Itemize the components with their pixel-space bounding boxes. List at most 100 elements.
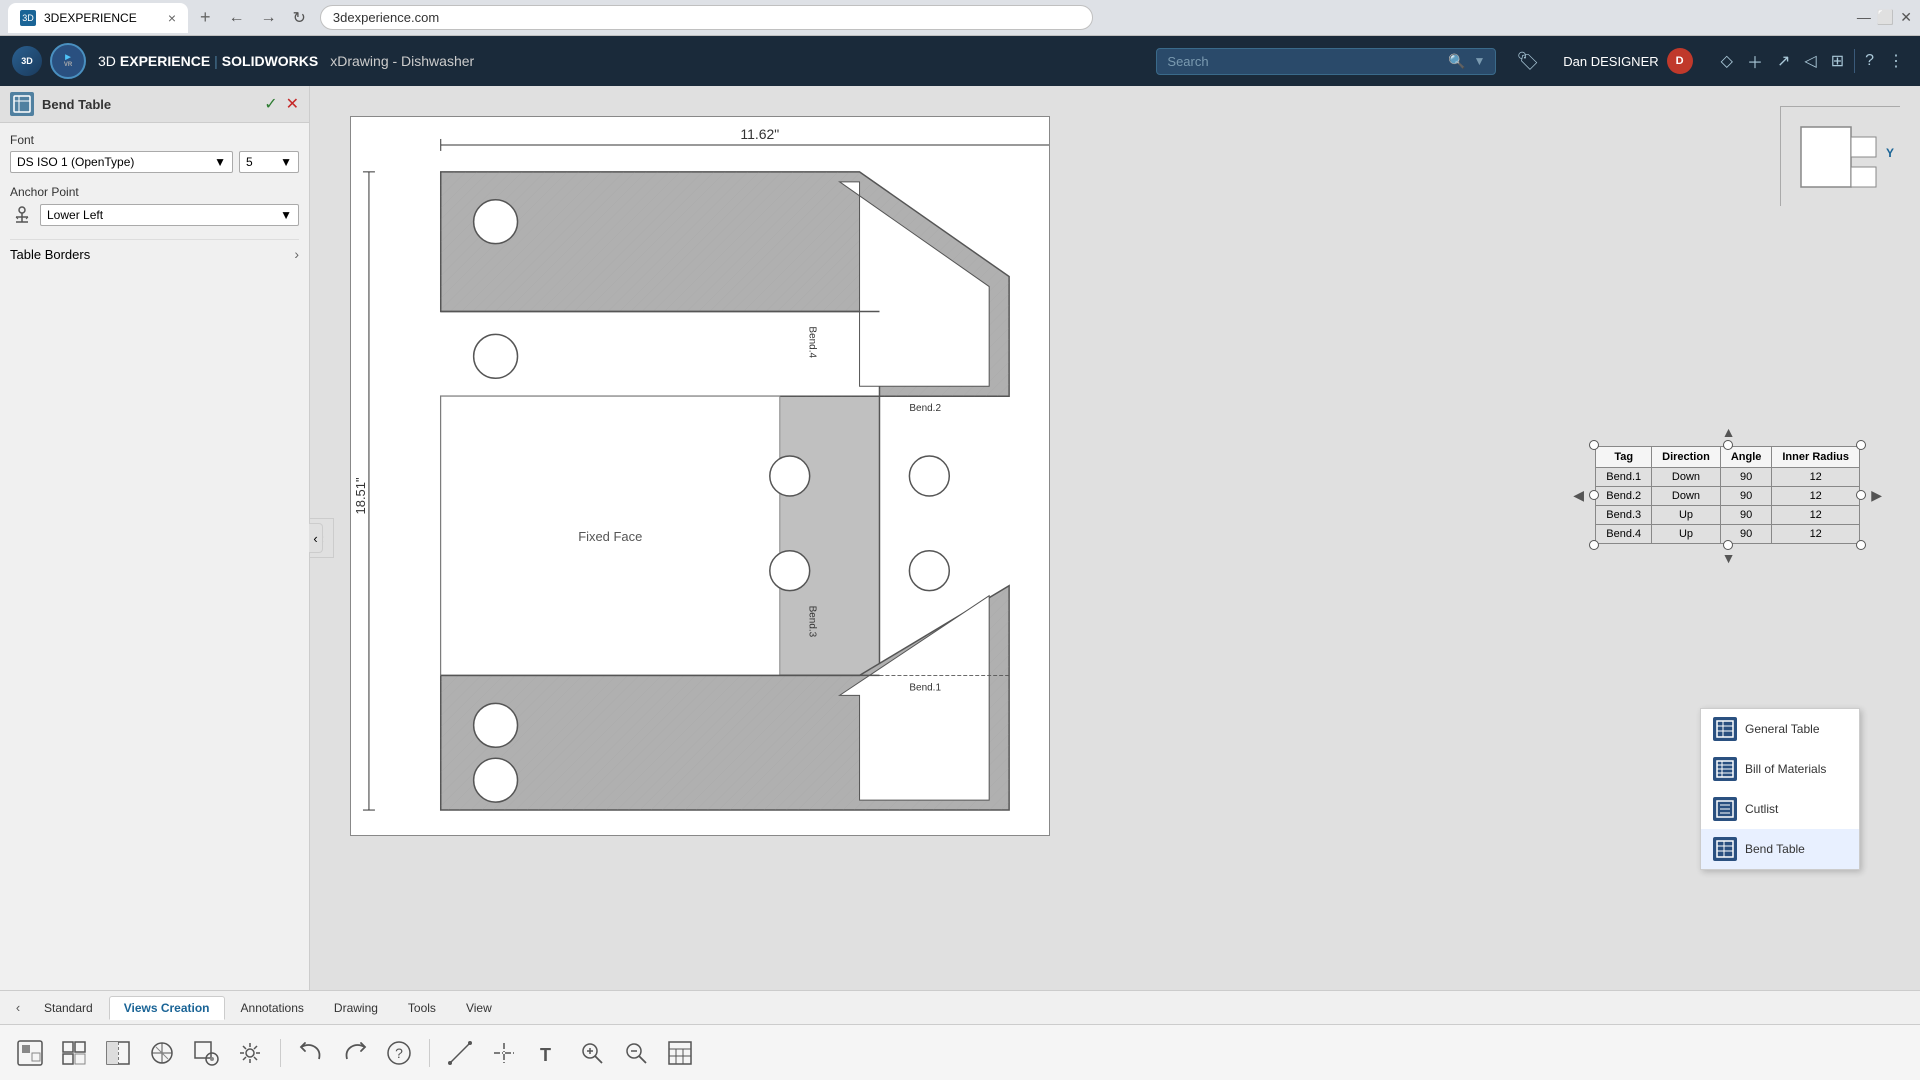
tab-views-creation[interactable]: Views Creation xyxy=(109,996,225,1020)
svg-text:Y: Y xyxy=(1886,146,1894,160)
table-drag-right[interactable]: ▶ xyxy=(1871,487,1882,504)
address-bar[interactable] xyxy=(320,5,1093,30)
panel-close-button[interactable]: ✕ xyxy=(286,94,299,114)
svg-text:Bend.1: Bend.1 xyxy=(909,682,941,693)
app-title: 3D EXPERIENCE | SOLIDWORKS xDrawing - Di… xyxy=(98,53,474,69)
app-separator: | xyxy=(214,53,218,69)
svg-text:T: T xyxy=(540,1045,551,1065)
table-drag-down[interactable]: ▼ xyxy=(1722,550,1736,566)
tool-centerline[interactable] xyxy=(486,1035,522,1071)
new-tab-button[interactable]: + xyxy=(196,7,215,28)
resize-handle-mr[interactable] xyxy=(1856,490,1866,500)
compass-icon[interactable]: ◇ xyxy=(1717,47,1737,75)
resize-handle-bl[interactable] xyxy=(1589,540,1599,550)
resize-handle-tr[interactable] xyxy=(1856,440,1866,450)
resize-handle-bm[interactable] xyxy=(1723,540,1733,550)
browser-chrome: 3D 3DEXPERIENCE × + ← → ↻ — ⬜ ✕ xyxy=(0,0,1920,36)
table-drag-up[interactable]: ▲ xyxy=(1722,424,1736,440)
add-icon[interactable]: ＋ xyxy=(1743,45,1767,77)
browser-restore[interactable]: ⬜ xyxy=(1877,9,1894,26)
panel-ok-button[interactable]: ✓ xyxy=(264,94,277,114)
panel-title: Bend Table xyxy=(42,97,256,112)
context-menu: General Table Bill of Materials xyxy=(1700,708,1860,870)
tool-redo[interactable] xyxy=(337,1035,373,1071)
tool-text[interactable]: T xyxy=(530,1035,566,1071)
font-label: Font xyxy=(10,133,299,147)
font-family-chevron: ▼ xyxy=(214,155,226,169)
search-icon: 🔍 xyxy=(1448,53,1465,70)
grid-icon[interactable]: ⊞ xyxy=(1827,47,1848,75)
cell-tag-3: Bend.3 xyxy=(1596,506,1652,525)
tab-drawing[interactable]: Drawing xyxy=(320,997,392,1019)
tag-icon[interactable]: 🏷 xyxy=(1516,51,1539,72)
tab-close-button[interactable]: × xyxy=(168,10,176,26)
anchor-label: Anchor Point xyxy=(10,185,299,199)
col-header-inner-radius: Inner Radius xyxy=(1772,447,1860,468)
cell-angle-1: 90 xyxy=(1720,468,1772,487)
table-borders-row[interactable]: Table Borders › xyxy=(10,239,299,268)
toolbar-separator-1 xyxy=(280,1039,281,1067)
menu-item-general-table[interactable]: General Table xyxy=(1701,709,1859,749)
cell-direction-4: Up xyxy=(1652,525,1721,544)
broadcast-icon[interactable]: ◁ xyxy=(1800,47,1820,75)
help-icon[interactable]: ? xyxy=(1861,48,1878,74)
bom-icon xyxy=(1713,757,1737,781)
svg-text:11.62": 11.62" xyxy=(740,126,779,142)
font-family-select[interactable]: DS ISO 1 (OpenType) ▼ xyxy=(10,151,233,173)
header-divider xyxy=(1854,49,1855,73)
bend-table: Tag Direction Angle Inner Radius Bend.1D… xyxy=(1595,446,1860,544)
cell-inner_radius-2: 12 xyxy=(1772,487,1860,506)
tool-line[interactable] xyxy=(442,1035,478,1071)
3dexperience-logo[interactable]: ▶ VR xyxy=(50,43,86,79)
browser-tab[interactable]: 3D 3DEXPERIENCE × xyxy=(8,3,188,33)
cutlist-label: Cutlist xyxy=(1745,802,1778,816)
table-drag-left[interactable]: ◀ xyxy=(1573,487,1584,504)
refresh-button[interactable]: ↻ xyxy=(287,4,312,32)
toolbar-icons: ? T xyxy=(0,1025,1920,1080)
browser-close[interactable]: ✕ xyxy=(1900,9,1912,26)
panel-collapse-tab[interactable]: ‹ xyxy=(309,523,323,553)
anchor-point-select[interactable]: Lower Left ▼ xyxy=(40,204,299,226)
tool-zoom-fit[interactable] xyxy=(618,1035,654,1071)
search-dropdown-icon[interactable]: ▼ xyxy=(1474,54,1486,68)
font-size-select[interactable]: 5 ▼ xyxy=(239,151,299,173)
tab-title: 3DEXPERIENCE xyxy=(44,11,137,25)
tool-zoom-area[interactable] xyxy=(574,1035,610,1071)
tool-model-view[interactable] xyxy=(12,1035,48,1071)
general-table-icon xyxy=(1713,717,1737,741)
tab-annotations[interactable]: Annotations xyxy=(227,997,318,1019)
tool-projected-view[interactable] xyxy=(56,1035,92,1071)
menu-item-cutlist[interactable]: Cutlist xyxy=(1701,789,1859,829)
share-icon[interactable]: ↗ xyxy=(1773,47,1794,75)
user-button[interactable]: Dan DESIGNER D xyxy=(1563,48,1692,74)
back-button[interactable]: ← xyxy=(223,5,251,31)
resize-handle-br[interactable] xyxy=(1856,540,1866,550)
search-input[interactable] xyxy=(1167,54,1440,69)
forward-button[interactable]: → xyxy=(255,5,283,31)
more-icon[interactable]: ⋮ xyxy=(1884,47,1908,75)
tab-tools[interactable]: Tools xyxy=(394,997,450,1019)
menu-item-bom[interactable]: Bill of Materials xyxy=(1701,749,1859,789)
tool-settings[interactable] xyxy=(232,1035,268,1071)
drawing-paper: 11.62" 18.51" xyxy=(350,116,1050,836)
cell-inner_radius-4: 12 xyxy=(1772,525,1860,544)
tool-table[interactable] xyxy=(662,1035,698,1071)
resize-handle-tm[interactable] xyxy=(1723,440,1733,450)
tool-detail-view[interactable] xyxy=(188,1035,224,1071)
table-borders-label: Table Borders xyxy=(10,247,90,262)
bend-table-icon xyxy=(1713,837,1737,861)
browser-nav: ← → ↻ xyxy=(223,4,312,32)
toolbar-scroll-left[interactable]: ‹ xyxy=(8,990,28,1026)
header-search-box[interactable]: 🔍 ▼ xyxy=(1156,48,1496,75)
app-logo[interactable]: 3D xyxy=(12,46,42,76)
tab-standard[interactable]: Standard xyxy=(30,997,107,1019)
cell-direction-3: Up xyxy=(1652,506,1721,525)
tool-auxiliary-view[interactable] xyxy=(144,1035,180,1071)
tab-view[interactable]: View xyxy=(452,997,506,1019)
menu-item-bend-table[interactable]: Bend Table xyxy=(1701,829,1859,869)
cell-tag-1: Bend.1 xyxy=(1596,468,1652,487)
tool-section-view[interactable] xyxy=(100,1035,136,1071)
browser-minimize[interactable]: — xyxy=(1857,9,1871,26)
tool-help[interactable]: ? xyxy=(381,1035,417,1071)
tool-undo[interactable] xyxy=(293,1035,329,1071)
